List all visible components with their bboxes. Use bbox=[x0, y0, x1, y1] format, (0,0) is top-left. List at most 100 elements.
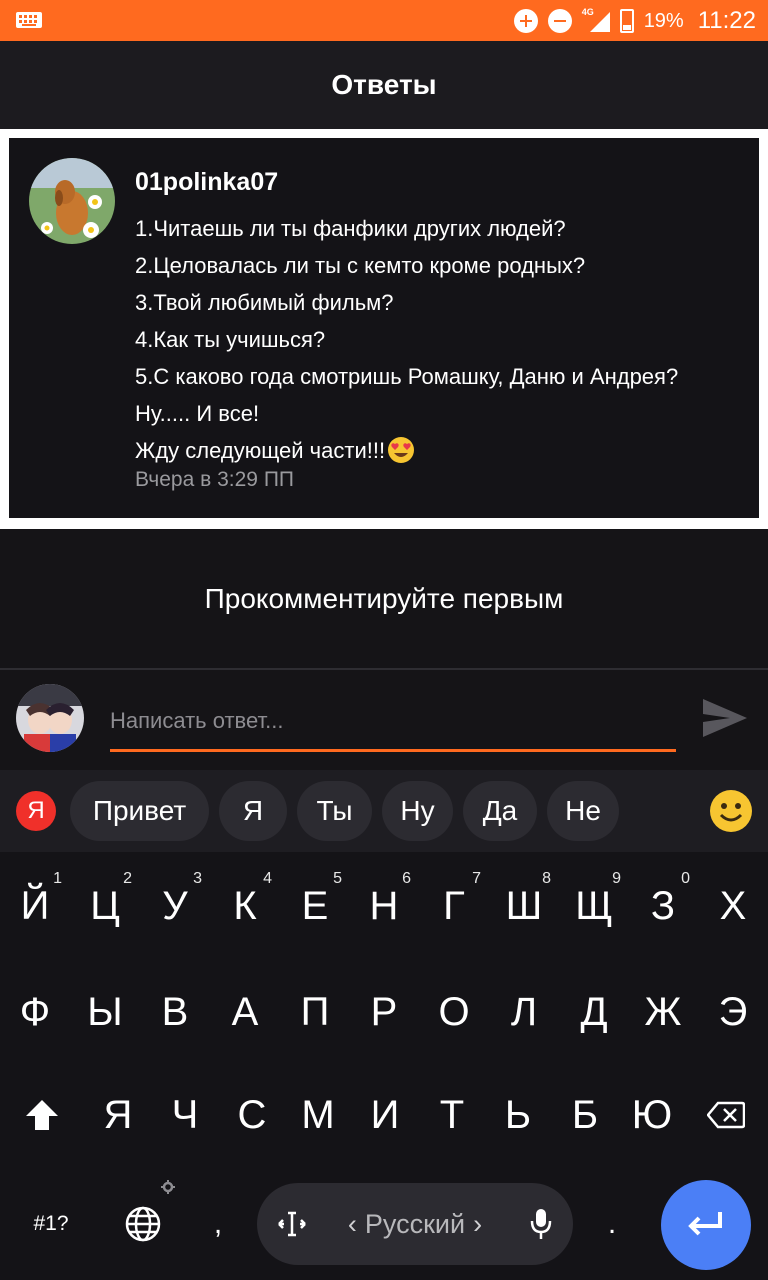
suggestion-chip[interactable]: Ты bbox=[297, 781, 372, 841]
suggestion-chip[interactable]: Привет bbox=[70, 781, 209, 841]
key-hint: 5 bbox=[333, 870, 342, 887]
empty-state: Прокомментируйте первым bbox=[0, 529, 768, 669]
backspace-key[interactable] bbox=[692, 1065, 760, 1165]
key[interactable]: Е5 bbox=[280, 856, 350, 956]
enter-icon bbox=[688, 1212, 722, 1236]
comment-card[interactable]: 01polinka07 1.Читаешь ли ты фанфики друг… bbox=[9, 138, 759, 518]
key-hint: 7 bbox=[472, 870, 481, 887]
key-hint: 3 bbox=[193, 870, 202, 887]
key[interactable]: Х bbox=[698, 856, 768, 956]
key-label: Й bbox=[20, 883, 50, 928]
battery-percent: 19% bbox=[643, 9, 684, 32]
comment-line: 1.Читаешь ли ты фанфики других людей? bbox=[135, 216, 566, 241]
key[interactable]: Ж bbox=[628, 962, 698, 1062]
key[interactable]: У3 bbox=[140, 856, 210, 956]
key[interactable]: Й1 bbox=[0, 856, 70, 956]
key[interactable]: Ю bbox=[617, 1065, 687, 1165]
keyboard-icon bbox=[16, 12, 42, 28]
space-label: Русский bbox=[364, 1208, 466, 1239]
comment-line-last: Жду следующей части!!! bbox=[135, 432, 755, 469]
clock: 11:22 bbox=[697, 7, 756, 34]
key-label: Х bbox=[719, 883, 747, 928]
comment-timestamp: Вчера в 3:29 ПП bbox=[135, 468, 295, 491]
key[interactable]: Ц2 bbox=[70, 856, 140, 956]
key[interactable]: Л bbox=[489, 962, 559, 1062]
settings-gear-icon bbox=[161, 1180, 175, 1194]
key[interactable]: И bbox=[350, 1065, 420, 1165]
key[interactable]: Я bbox=[83, 1065, 153, 1165]
key-hint: 0 bbox=[681, 870, 690, 887]
key-label: Г bbox=[443, 883, 465, 928]
key[interactable]: Ь bbox=[483, 1065, 553, 1165]
key[interactable]: В bbox=[140, 962, 210, 1062]
comment-line: 4.Как ты учишься? bbox=[135, 327, 326, 352]
data-saver-icon bbox=[513, 9, 538, 33]
key[interactable]: Ы bbox=[70, 962, 140, 1062]
enter-key[interactable] bbox=[661, 1180, 751, 1270]
status-bar: 4G 19% 11:22 bbox=[0, 0, 768, 41]
key[interactable]: Ч bbox=[150, 1065, 220, 1165]
key-hint: 6 bbox=[402, 870, 411, 887]
keyboard: Я Привет Я Ты Ну Да Не Й1 Ц2 У3 К4 Е5 Н6… bbox=[0, 770, 768, 1280]
signal-icon: 4G bbox=[582, 7, 610, 33]
key[interactable]: Т bbox=[417, 1065, 487, 1165]
key[interactable]: А bbox=[210, 962, 280, 1062]
send-icon[interactable] bbox=[700, 696, 750, 740]
key[interactable]: П bbox=[280, 962, 350, 1062]
suggestion-chip[interactable]: Не bbox=[547, 781, 619, 841]
key[interactable]: К4 bbox=[210, 856, 280, 956]
key-hint: 1 bbox=[53, 870, 62, 887]
yandex-logo-icon[interactable]: Я bbox=[16, 791, 56, 831]
suggestion-chip[interactable]: Я bbox=[219, 781, 287, 841]
language-key[interactable] bbox=[112, 1182, 174, 1266]
key[interactable]: Р bbox=[349, 962, 419, 1062]
suggestion-chip[interactable]: Да bbox=[463, 781, 537, 841]
symbols-key[interactable]: #1? bbox=[18, 1182, 84, 1266]
key-label: Ш bbox=[505, 883, 543, 928]
key[interactable]: Г7 bbox=[419, 856, 489, 956]
key[interactable]: Ш8 bbox=[489, 856, 559, 956]
key[interactable]: Э bbox=[698, 962, 768, 1062]
key-label: Щ bbox=[575, 883, 613, 928]
emoji-icon[interactable] bbox=[709, 789, 753, 833]
key-label: Е bbox=[301, 883, 329, 928]
key[interactable]: С bbox=[217, 1065, 287, 1165]
avatar[interactable] bbox=[29, 158, 115, 244]
key[interactable]: О bbox=[419, 962, 489, 1062]
suggestion-chip[interactable]: Ну bbox=[382, 781, 453, 841]
app-bar: Ответы bbox=[0, 41, 768, 129]
empty-state-text: Прокомментируйте первым bbox=[204, 583, 564, 614]
comment-line: Ну..... И все! bbox=[135, 401, 260, 426]
comment-line: 5.С каково года смотришь Ромашку, Даню и… bbox=[135, 364, 679, 389]
reply-composer bbox=[0, 670, 768, 770]
comma-key[interactable]: , bbox=[196, 1182, 240, 1266]
comment-body: 1.Читаешь ли ты фанфики других людей? 2.… bbox=[135, 210, 755, 469]
comment-line: 3.Твой любимый фильм? bbox=[135, 290, 394, 315]
do-not-disturb-icon bbox=[547, 9, 572, 33]
key[interactable]: Б bbox=[550, 1065, 620, 1165]
key[interactable]: М bbox=[283, 1065, 353, 1165]
battery-icon bbox=[619, 9, 634, 33]
key-label: К bbox=[233, 883, 257, 928]
key-label: З bbox=[650, 883, 676, 928]
comment-line: 2.Целовалась ли ты с кемто кроме родных? bbox=[135, 253, 586, 278]
backspace-icon bbox=[707, 1101, 745, 1129]
shift-key[interactable] bbox=[8, 1065, 76, 1165]
chevron-left-icon: ‹ bbox=[347, 1208, 357, 1239]
shift-icon bbox=[26, 1100, 58, 1130]
period-key[interactable]: . bbox=[590, 1182, 634, 1266]
comment-username[interactable]: 01polinka07 bbox=[135, 168, 278, 197]
key[interactable]: Ф bbox=[0, 962, 70, 1062]
microphone-icon[interactable] bbox=[529, 1207, 553, 1241]
reply-input[interactable] bbox=[110, 696, 676, 752]
space-bar[interactable]: ‹ Русский › bbox=[257, 1183, 573, 1265]
suggestion-bar: Я Привет Я Ты Ну Да Не bbox=[0, 770, 768, 852]
key[interactable]: Щ9 bbox=[559, 856, 629, 956]
cursor-move-icon bbox=[278, 1211, 306, 1237]
key-hint: 8 bbox=[542, 870, 551, 887]
key-label: Ц bbox=[90, 883, 120, 928]
key[interactable]: З0 bbox=[628, 856, 698, 956]
key[interactable]: Д bbox=[559, 962, 629, 1062]
key[interactable]: Н6 bbox=[349, 856, 419, 956]
key-hint: 2 bbox=[123, 870, 132, 887]
